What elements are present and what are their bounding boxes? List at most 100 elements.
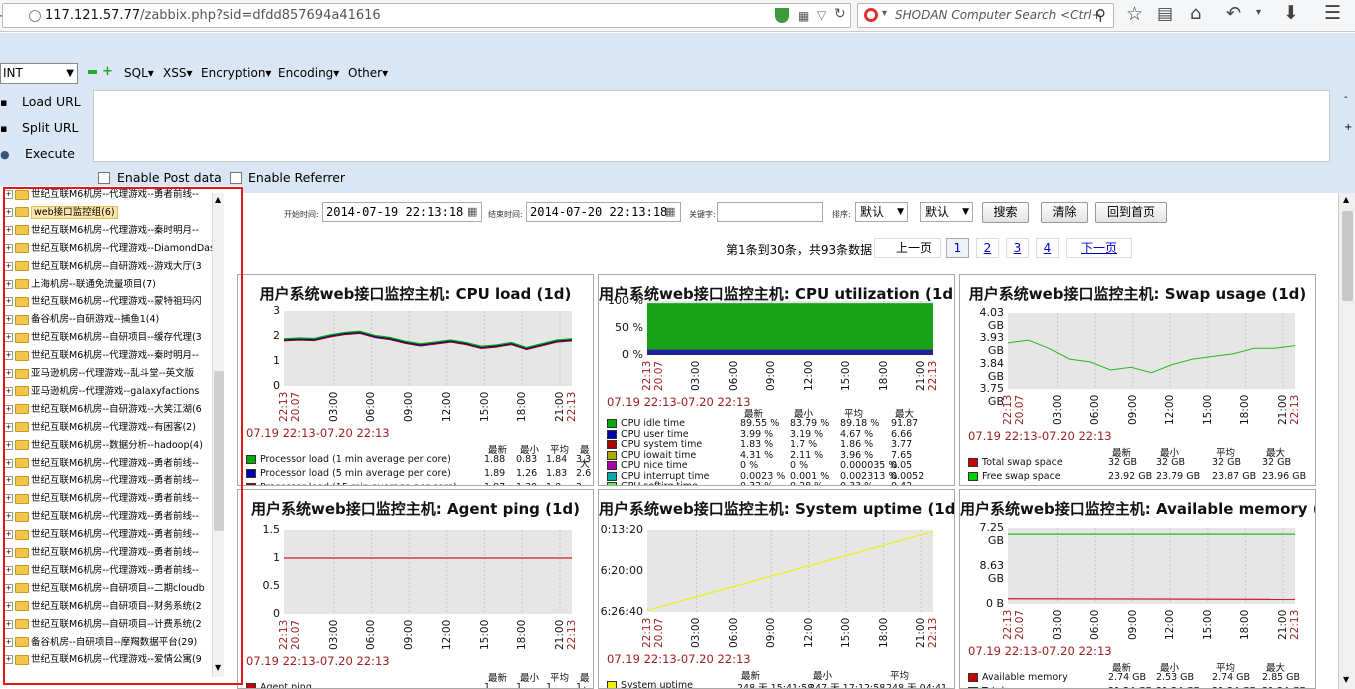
download-icon[interactable]: ⬇ <box>1283 2 1299 24</box>
menu-sql[interactable]: SQL▾ <box>124 66 154 80</box>
tree-item[interactable]: + 世纪互联M6机房--代理游戏--勇者前线-- <box>4 472 199 490</box>
search-bar[interactable]: ▾ SHODAN Computer Search <Ctrl+ ⚲ <box>857 3 1114 28</box>
scroll-down-icon[interactable]: ▼ <box>1343 675 1349 684</box>
tree-item[interactable]: + 世纪互联M6机房--代理游戏--秦时明月-- <box>4 347 199 365</box>
load-url-button[interactable]: Load URL <box>22 94 81 109</box>
tree-item[interactable]: + 亚马逊机房--代理游戏--乱斗堂--英文版 <box>4 365 194 383</box>
chevron-down-icon[interactable]: ▾ <box>882 8 887 19</box>
menu-icon[interactable]: ☰ <box>1324 2 1341 24</box>
page-1[interactable]: 1 <box>946 238 969 258</box>
tree-item[interactable]: + 亚马逊机房--代理游戏--galaxyfactions <box>4 383 199 401</box>
enable-referrer-checkbox[interactable] <box>230 172 242 184</box>
clear-button[interactable]: 清除 <box>1041 202 1088 223</box>
calendar-icon[interactable]: ▦ <box>665 205 675 218</box>
expand-icon[interactable]: + <box>4 386 13 396</box>
tree-item[interactable]: + 世纪互联M6机房--自研项目--缓存代理(3 <box>4 329 202 347</box>
tree-item[interactable]: + 世纪互联M6机房--自研项目--二期cloudb <box>4 580 205 598</box>
expand-icon[interactable]: + <box>4 583 13 593</box>
tree-scrollbar[interactable]: ▲ ▼ <box>212 193 224 677</box>
tree-item[interactable]: + 世纪互联M6机房--自研项目--计费系统(2 <box>4 616 202 634</box>
tree-item[interactable]: + 世纪互联M6机房--代理游戏--勇者前线-- <box>4 562 199 580</box>
start-time-input[interactable]: 2014-07-19 22:13:18 <box>322 202 482 222</box>
menu-encoding[interactable]: Encoding▾ <box>278 66 339 80</box>
reading-list-icon[interactable]: ▤ <box>1157 4 1173 24</box>
plus-icon[interactable]: + <box>1344 122 1352 133</box>
undo-icon[interactable]: ↶ <box>1226 3 1241 24</box>
shield-icon[interactable] <box>775 8 789 23</box>
url-bar[interactable]: 117.121.57.77/zabbix.php?sid=dfdd857694a… <box>2 3 851 28</box>
expand-icon[interactable]: + <box>4 207 13 217</box>
page-4[interactable]: 4 <box>1036 238 1059 258</box>
tree-item[interactable]: + 备谷机房--自研项目--摩羯数据平台(29) <box>4 634 197 652</box>
tree-item[interactable]: + 备谷机房--自研游戏--捕鱼1(4) <box>4 311 159 329</box>
expand-icon[interactable]: + <box>4 225 13 235</box>
expand-icon[interactable]: + <box>4 243 13 253</box>
expand-icon[interactable]: + <box>4 655 13 665</box>
tree-item[interactable]: + 世纪互联M6机房--代理游戏--勇者前线-- <box>4 508 199 526</box>
tree-item[interactable]: + 上海机房--联通免流量项目(7) <box>4 276 156 294</box>
expand-icon[interactable]: + <box>4 351 13 361</box>
scroll-down-icon[interactable]: ▼ <box>215 663 221 672</box>
tree-item[interactable]: + web接口监控组(6) <box>4 204 118 222</box>
expand-icon[interactable]: + <box>4 512 13 522</box>
search-engine-icon[interactable] <box>864 8 878 22</box>
scroll-up-icon[interactable]: ▲ <box>1343 195 1349 204</box>
plus-icon[interactable]: + <box>102 64 113 79</box>
split-url-button[interactable]: Split URL <box>22 120 79 135</box>
tree-item[interactable]: + 世纪互联M6机房--代理游戏--勇者前线-- <box>4 455 199 473</box>
tree-scroll-thumb[interactable] <box>214 371 224 531</box>
expand-icon[interactable]: + <box>4 458 13 468</box>
page-2[interactable]: 2 <box>976 238 999 258</box>
search-input[interactable]: SHODAN Computer Search <Ctrl+ <box>895 8 1102 22</box>
tree-item[interactable]: + 世纪互联M6机房--代理游戏--勇者前线-- <box>4 526 199 544</box>
end-time-input[interactable]: 2014-07-20 22:13:18 <box>526 202 681 222</box>
sort-select-2[interactable]: 默认 ▼ <box>920 202 973 222</box>
expand-icon[interactable]: + <box>4 422 13 432</box>
expand-icon[interactable]: + <box>4 369 13 378</box>
expand-icon[interactable]: + <box>4 404 13 414</box>
expand-icon[interactable]: + <box>4 494 13 504</box>
chevron-down-icon[interactable]: ▾ <box>1256 7 1261 18</box>
expand-icon[interactable]: + <box>4 565 13 575</box>
qr-code-icon[interactable]: ▦ <box>798 9 809 23</box>
home-icon[interactable]: ⌂ <box>1190 3 1201 24</box>
expand-icon[interactable]: + <box>4 637 13 647</box>
bookmark-star-icon[interactable]: ☆ <box>1126 3 1143 25</box>
tree-item[interactable]: + 世纪互联M6机房--数据分析--hadoop(4) <box>4 437 203 455</box>
tree-item[interactable]: + 世纪互联M6机房--代理游戏--有困客(2) <box>4 419 196 437</box>
sort-select-1[interactable]: 默认 ▼ <box>855 202 908 222</box>
page-3[interactable]: 3 <box>1006 238 1029 258</box>
expand-icon[interactable]: + <box>4 440 13 450</box>
page-scrollbar[interactable]: ▲ ▼ <box>1338 193 1355 689</box>
search-button[interactable]: 搜索 <box>982 202 1029 223</box>
expand-icon[interactable]: + <box>4 601 13 611</box>
expand-icon[interactable]: + <box>4 297 13 307</box>
minus-icon[interactable] <box>88 70 97 74</box>
tree-item[interactable]: + 世纪互联M6机房--代理游戏--勇者前线-- <box>4 186 199 204</box>
expand-icon[interactable]: + <box>4 279 13 289</box>
menu-encryption[interactable]: Encryption▾ <box>201 66 271 80</box>
expand-icon[interactable]: + <box>4 315 13 325</box>
menu-other[interactable]: Other▾ <box>348 66 388 80</box>
menu-xss[interactable]: XSS▾ <box>163 66 192 80</box>
expand-icon[interactable]: + <box>4 530 13 540</box>
dropdown-icon[interactable]: ▽ <box>817 8 826 22</box>
next-page-button[interactable]: 下一页 <box>1066 238 1132 258</box>
tree-item[interactable]: + 世纪互联M6机房--代理游戏--爱情公寓(9 <box>4 651 202 669</box>
calendar-icon[interactable]: ▦ <box>467 205 477 218</box>
tree-item[interactable]: + 世纪互联M6机房--自研游戏--游戏大厅(3 <box>4 258 202 276</box>
scroll-up-icon[interactable]: ▲ <box>215 195 221 204</box>
home-button[interactable]: 回到首页 <box>1095 202 1167 223</box>
prev-page-button[interactable]: 上一页 <box>874 238 941 258</box>
expand-icon[interactable]: + <box>4 190 13 199</box>
url-textarea[interactable] <box>93 90 1330 162</box>
tree-item[interactable]: + 世纪互联M6机房--代理游戏--秦时明月-- <box>4 222 199 240</box>
expand-icon[interactable]: + <box>4 548 13 557</box>
tree-item[interactable]: + 世纪互联M6机房--代理游戏--勇者前线-- <box>4 490 199 508</box>
tree-item[interactable]: + 世纪互联M6机房--代理游戏--勇者前线-- <box>4 544 199 562</box>
expand-icon[interactable]: + <box>4 619 13 629</box>
tree-item[interactable]: + 世纪互联M6机房--自研项目--财务系统(2 <box>4 598 202 616</box>
enable-post-checkbox[interactable] <box>98 172 110 184</box>
minus-icon[interactable]: - <box>1344 92 1348 103</box>
tree-item[interactable]: + 世纪互联M6机房--代理游戏--蒙特祖玛闪 <box>4 293 201 311</box>
